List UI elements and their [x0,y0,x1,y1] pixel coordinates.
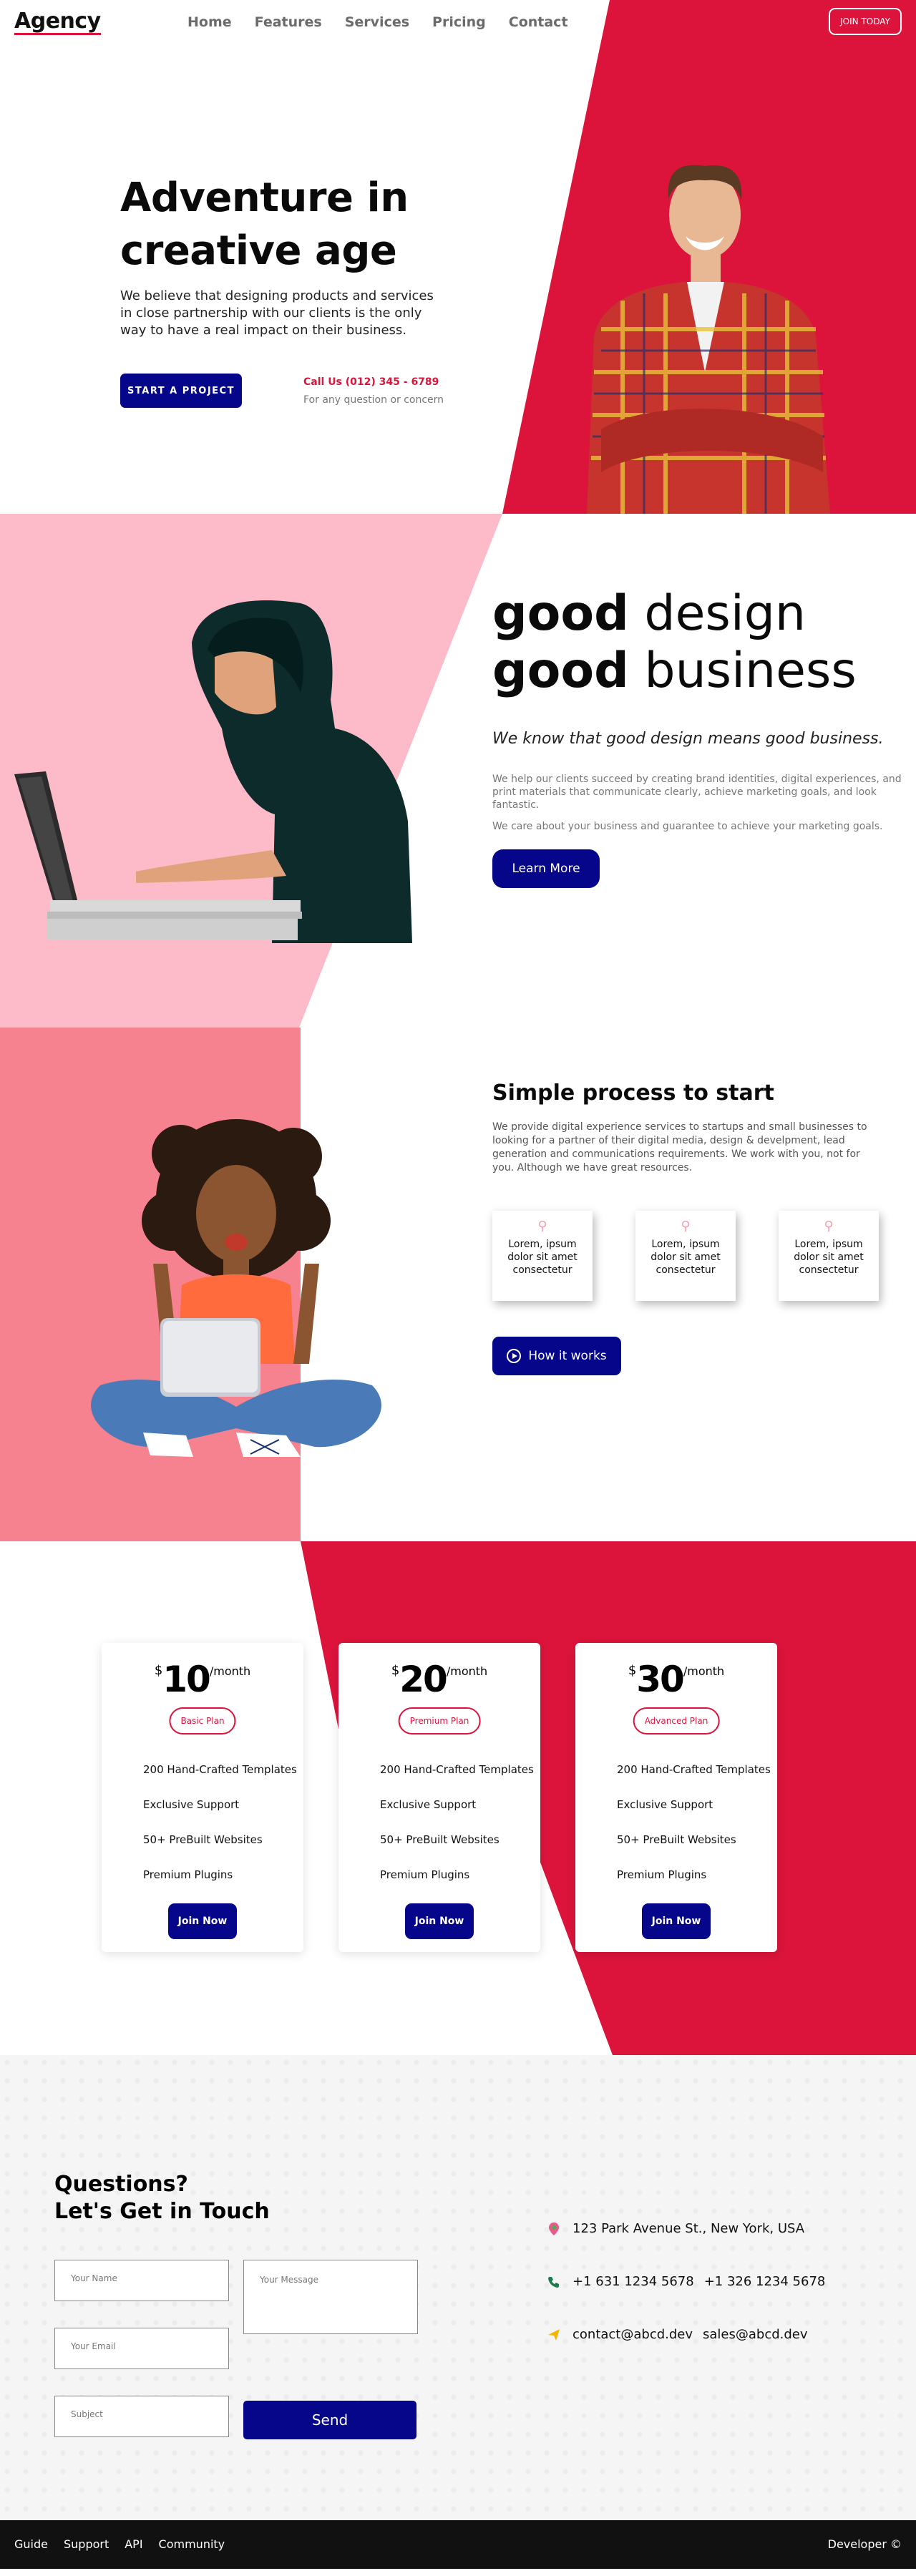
hero-section: Adventure in creative age We believe that… [0,0,916,514]
nav-services[interactable]: Services [345,14,409,30]
pricing-section: $10/month Basic Plan 200 Hand-Crafted Te… [0,1541,916,2055]
footer-links: Guide Support API Community [14,2537,225,2551]
email-1[interactable]: contact@abcd.dev [572,2327,693,2342]
process-card-text: Lorem, ipsum dolor sit amet consectetur [651,1239,721,1276]
plan-feature: Exclusive Support [143,1798,240,1811]
call-us-subtext: For any question or concern [303,394,444,406]
email-2[interactable]: sales@abcd.dev [703,2327,808,2342]
plan-feature: Exclusive Support [380,1798,477,1811]
plan-badge: Premium Plan [398,1707,481,1735]
pricing-card-basic: $10/month Basic Plan 200 Hand-Crafted Te… [102,1643,303,1952]
join-now-button[interactable]: Join Now [642,1903,711,1939]
price: $30/month [628,1659,725,1700]
footer-credit: Developer © [827,2537,902,2551]
footer-guide[interactable]: Guide [14,2537,48,2551]
top-nav: Agency Home Features Services Pricing Co… [0,0,916,46]
design-heading: good design good business [492,585,857,700]
footer-support[interactable]: Support [64,2537,109,2551]
send-mail-icon [547,2328,561,2342]
design-paragraph-2: We care about your business and guarante… [492,821,883,832]
phone-icon [547,2275,561,2289]
process-card-text: Lorem, ipsum dolor sit amet consectetur [794,1239,864,1276]
how-it-works-button[interactable]: How it works [492,1337,621,1375]
name-input[interactable]: Your Name [54,2260,229,2301]
contact-title-line1: Questions? [54,2172,188,2197]
plan-feature: Premium Plugins [143,1868,233,1881]
contact-title-line2: Let's Get in Touch [54,2199,270,2224]
search-icon: ⚲ [537,1219,547,1234]
how-it-works-label: How it works [528,1349,607,1363]
process-card-3: ⚲ Lorem, ipsum dolor sit amet consectetu… [779,1211,879,1301]
pricing-card-advanced: $30/month Advanced Plan 200 Hand-Crafted… [575,1643,777,1952]
process-card-text: Lorem, ipsum dolor sit amet consectetur [507,1239,578,1276]
play-icon [507,1349,522,1363]
start-project-button[interactable]: START A PROJECT [120,374,242,408]
nav-home[interactable]: Home [187,14,232,30]
join-now-button[interactable]: Join Now [405,1903,474,1939]
plan-feature: Exclusive Support [617,1798,713,1811]
plan-badge: Basic Plan [169,1707,236,1735]
plan-feature: 50+ PreBuilt Websites [380,1833,500,1846]
plan-feature: 200 Hand-Crafted Templates [143,1763,297,1776]
hero-lead: We believe that designing products and s… [120,288,434,338]
search-icon: ⚲ [681,1219,691,1234]
process-card-2: ⚲ Lorem, ipsum dolor sit amet consectetu… [635,1211,736,1301]
plan-feature: 50+ PreBuilt Websites [143,1833,263,1846]
plan-feature: Premium Plugins [617,1868,707,1881]
contact-emails: contact@abcd.dev sales@abcd.dev [547,2327,808,2342]
contact-phones: +1 631 1234 5678 +1 326 1234 5678 [547,2274,825,2289]
join-today-button[interactable]: JOIN TODAY [829,8,902,35]
hero-title-line2: creative age [120,228,397,274]
plan-feature: Premium Plugins [380,1868,470,1881]
nav-features[interactable]: Features [255,14,322,30]
join-now-button[interactable]: Join Now [168,1903,237,1939]
hero-title: Adventure in creative age [120,172,449,278]
phone-1[interactable]: +1 631 1234 5678 [572,2274,694,2289]
email-input[interactable]: Your Email [54,2328,229,2369]
process-section: Simple process to start We provide digit… [0,1028,916,1541]
design-section: good design good business We know that g… [0,514,916,1028]
contact-address: 123 Park Avenue St., New York, USA [547,2221,804,2236]
nav-pricing[interactable]: Pricing [432,14,486,30]
location-icon [547,2222,561,2236]
nav-contact[interactable]: Contact [509,14,568,30]
process-description: We provide digital experience services t… [492,1121,867,1174]
footer-api[interactable]: API [125,2537,142,2551]
price: $10/month [154,1659,251,1700]
plan-feature: 200 Hand-Crafted Templates [380,1763,534,1776]
contact-section: Questions? Let's Get in Touch Your Name Y… [0,2055,916,2520]
plan-badge: Advanced Plan [633,1707,720,1735]
contact-title: Questions? Let's Get in Touch [54,2171,270,2225]
search-icon: ⚲ [824,1219,834,1234]
plan-feature: 200 Hand-Crafted Templates [617,1763,771,1776]
price: $20/month [391,1659,488,1700]
nav-links: Home Features Services Pricing Contact [187,14,568,30]
learn-more-button[interactable]: Learn More [492,849,600,888]
design-heading-line1: good design [492,585,806,642]
call-us-link[interactable]: Call Us (012) 345 - 6789 [303,376,439,388]
phone-2[interactable]: +1 326 1234 5678 [704,2274,826,2289]
logo[interactable]: Agency [14,10,101,35]
hero-title-line1: Adventure in [120,175,409,221]
process-title: Simple process to start [492,1080,774,1106]
pricing-card-premium: $20/month Premium Plan 200 Hand-Crafted … [338,1643,540,1952]
footer: Guide Support API Community Developer © [0,2520,916,2569]
design-paragraph-1: We help our clients succeed by creating … [492,774,902,811]
footer-community[interactable]: Community [159,2537,225,2551]
design-quote: We know that good design means good busi… [492,730,884,748]
send-button[interactable]: Send [243,2401,416,2439]
process-card-1: ⚲ Lorem, ipsum dolor sit amet consectetu… [492,1211,593,1301]
design-heading-line2: good business [492,643,857,699]
message-textarea[interactable]: Your Message [243,2260,418,2334]
subject-input[interactable]: Subject [54,2396,229,2437]
address-text: 123 Park Avenue St., New York, USA [572,2221,805,2236]
plan-feature: 50+ PreBuilt Websites [617,1833,736,1846]
